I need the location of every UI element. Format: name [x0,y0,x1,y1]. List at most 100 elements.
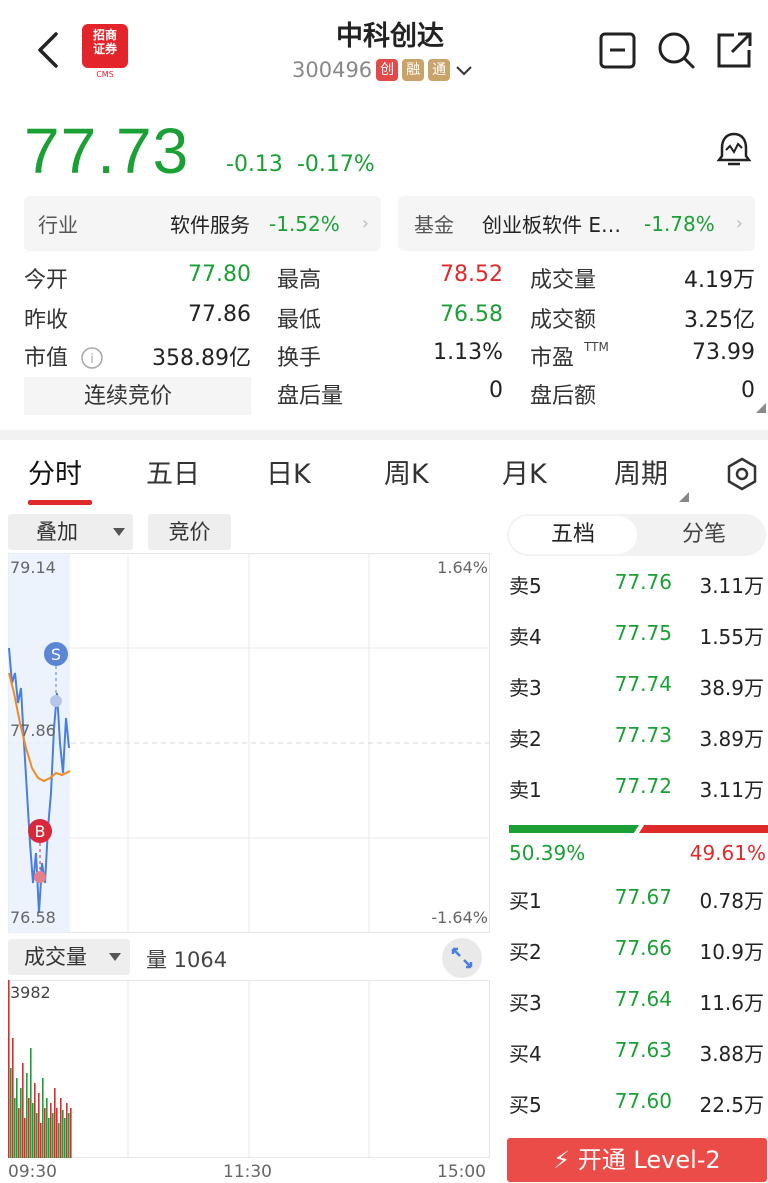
level-volume: 38.9万 [699,676,764,700]
tab-ticks[interactable]: 分笔 [645,516,763,554]
volume-bars [8,980,72,1158]
volume-bar [66,1103,68,1158]
level-label: 买4 [509,1042,542,1066]
stat-value: 0 [741,378,755,403]
auction-button[interactable]: 竞价 [148,514,231,550]
level-price: 77.75 [614,621,672,645]
level-volume: 3.88万 [699,1042,764,1066]
volume-bar [20,1088,22,1158]
level-label: 卖3 [509,676,542,700]
chevron-down-icon [456,66,472,76]
ask-row[interactable]: 卖1 77.72 3.11万 [505,774,768,804]
level-label: 卖1 [509,778,542,802]
level-volume: 0.78万 [699,889,764,913]
active-tab-indicator [28,500,92,505]
volume-bar [58,1123,60,1158]
level-volume: 1.55万 [699,625,764,649]
sell-point [50,695,62,707]
volume-bar [8,980,10,1158]
minus-box-icon[interactable] [598,30,638,70]
ask-row[interactable]: 卖5 77.76 3.11万 [505,570,768,600]
bid-row[interactable]: 买4 77.63 3.88万 [505,1038,768,1068]
stock-code: 300496 [292,58,373,82]
level2-button[interactable]: ⚡ 开通 Level-2 [507,1138,767,1182]
ask-row[interactable]: 卖2 77.73 3.89万 [505,723,768,753]
expand-corner-icon[interactable] [756,403,766,413]
stat-label: 成交额 [530,308,597,333]
tab-day-k[interactable]: 日K [266,452,311,491]
stat-label: 盘后额 [530,384,597,409]
volume-bar [18,1108,20,1158]
bid-row[interactable]: 买3 77.64 11.6万 [505,987,768,1017]
volume-bar [28,1098,30,1158]
ask-row[interactable]: 卖4 77.75 1.55万 [505,621,768,651]
level-price: 77.74 [614,672,672,696]
stat-label: 最高 [277,268,322,293]
tag-chuang: 创 [376,59,399,81]
order-book: 五档 分笔 卖5 77.76 3.11万 卖4 77.75 1.55万 卖3 77.74 38.… [505,510,768,1183]
ask-row[interactable]: 卖3 77.74 38.9万 [505,672,768,702]
settings-icon[interactable] [724,456,760,492]
level-price: 77.76 [614,570,672,594]
tab-week-k[interactable]: 周K [384,452,429,491]
volume-bar [40,1123,42,1158]
lightning-icon: ⚡ [553,1146,571,1174]
bid-row[interactable]: 买2 77.66 10.9万 [505,936,768,966]
y-label-top: 79.14 [10,558,56,577]
volume-bar [68,1113,70,1158]
tag-tong: 通 [428,59,451,81]
intraday-price-chart[interactable]: S B 79.14 77.86 76.58 1.64% -1.64% [8,553,490,933]
industry-box[interactable]: 行业 软件服务 -1.52% › [24,196,381,251]
stat-label: 市盈 [530,346,575,371]
level-price: 77.73 [614,723,672,747]
level-price: 77.72 [614,774,672,798]
buy-point [34,871,46,883]
tab-minute[interactable]: 分时 [28,452,82,491]
volume-chart: 3982 [8,980,490,1158]
search-icon[interactable] [656,30,696,70]
tab-five-day[interactable]: 五日 [146,452,200,491]
bid-row[interactable]: 买5 77.60 22.5万 [505,1089,768,1119]
stock-code-row[interactable]: 300496 创 融 通 [292,58,474,82]
stat-value: 0 [489,378,503,403]
info-icon[interactable]: i [80,346,104,370]
volume-bar [16,1078,18,1158]
stock-name: 中科创达 [336,21,444,52]
level-price: 77.66 [614,936,672,960]
share-icon[interactable] [714,30,754,70]
level-label: 卖2 [509,727,542,751]
tab-period[interactable]: 周期 [614,452,668,491]
fund-box[interactable]: 基金 创业板软件 E… -1.78% › [398,196,755,251]
volume-bar [42,1078,44,1158]
stat-value: 358.89亿 [152,346,251,371]
volume-bar [10,1068,12,1158]
stat-value: 4.19万 [684,268,755,293]
volume-dropdown[interactable]: 成交量 [8,939,130,975]
chart-tabs: 分时 五日 日K 周K 月K 周期 [0,452,768,502]
dropdown-corner-icon [679,492,689,502]
overlay-dropdown[interactable]: 叠加 [8,514,133,550]
volume-bar [62,1110,64,1158]
tab-month-k[interactable]: 月K [502,452,547,491]
stat-label: 盘后量 [277,384,344,409]
y-label-mid: 77.86 [10,721,56,740]
level-price: 77.67 [614,885,672,909]
y-label-bottom: 76.58 [10,908,56,927]
industry-pct: -1.52% [269,211,340,236]
bid-row[interactable]: 买1 77.67 0.78万 [505,885,768,915]
expand-icon[interactable] [441,937,483,979]
tab-five-levels[interactable]: 五档 [509,516,637,554]
alert-bell-icon[interactable] [714,130,754,170]
stat-label: 市值 [24,346,69,371]
volume-bar [24,1118,26,1158]
volume-bar [44,1108,46,1158]
stat-value: 76.58 [440,302,503,327]
caret-down-icon [109,953,121,961]
volume-bar [30,1048,32,1158]
level-volume: 11.6万 [699,991,764,1015]
buy-ratio-bar [509,825,639,833]
current-price: 77.73 [24,115,190,187]
volume-bar [52,1113,54,1158]
time-start: 09:30 [8,1162,57,1182]
volume-bar [46,1098,48,1158]
